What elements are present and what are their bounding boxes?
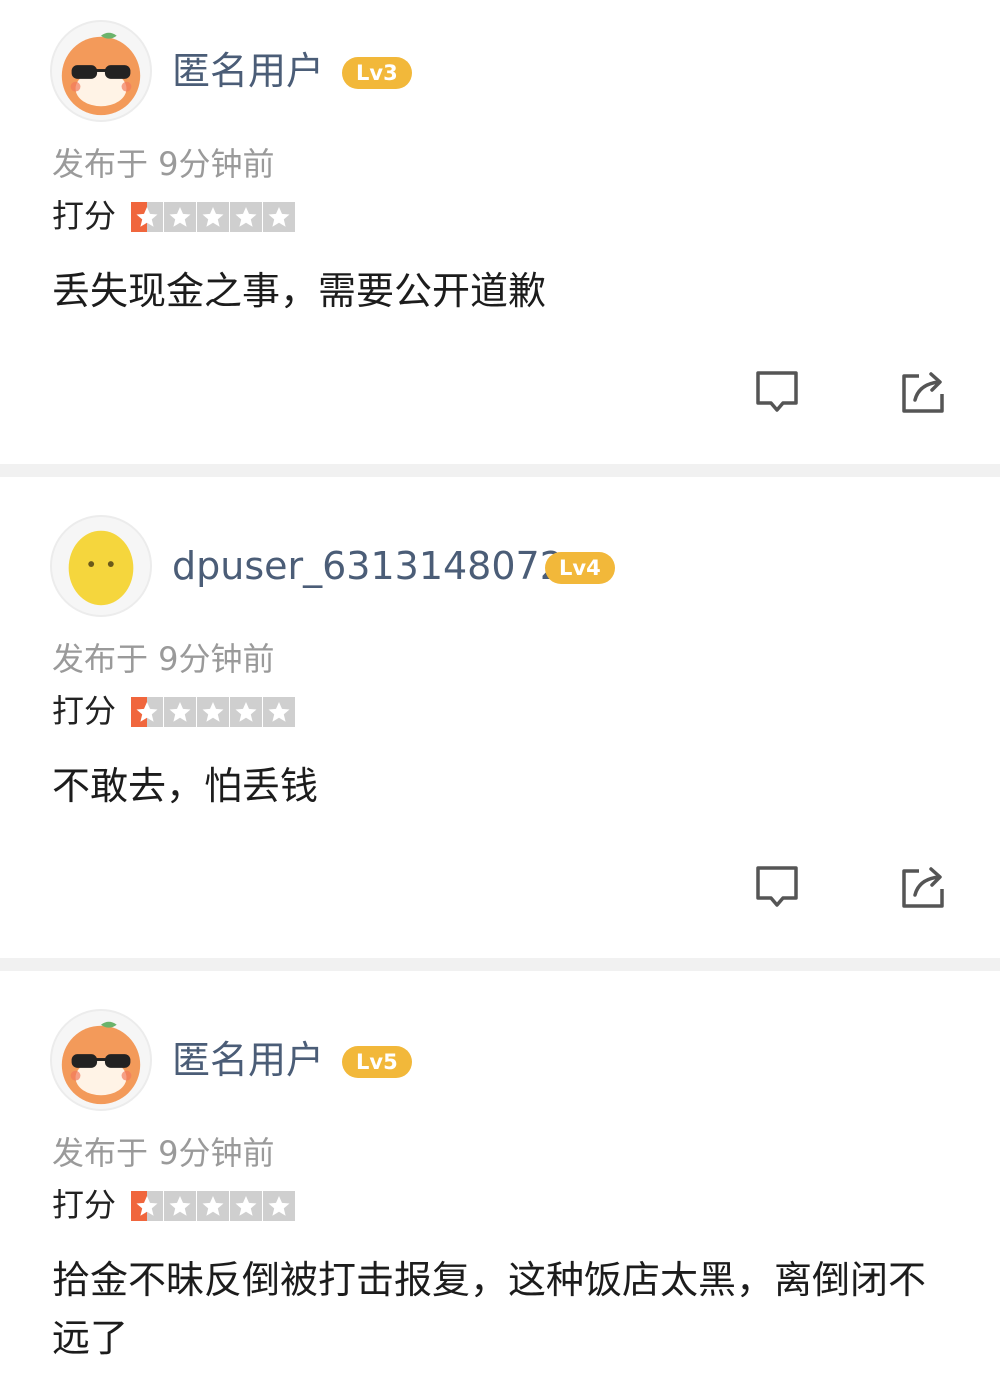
star-icon: [131, 1191, 163, 1221]
star-rating: [131, 697, 295, 727]
score-label: 打分: [52, 1186, 117, 1224]
post-time: 发布于 9分钟前: [52, 640, 275, 678]
star-icon: [164, 697, 196, 727]
review-feed: 匿名用户 Lv3 发布于 9分钟前 打分 丢失现金之事，需要公开道歉 dpuse…: [0, 0, 1000, 1383]
star-icon: [164, 1191, 196, 1221]
review-text: 不敢去，怕丢钱: [52, 764, 319, 808]
star-icon: [263, 697, 295, 727]
comment-icon: [756, 371, 798, 412]
share-icon: [902, 867, 944, 908]
level-badge: Lv3: [342, 57, 412, 89]
divider: [0, 464, 1000, 477]
star-icon: [263, 202, 295, 232]
divider: [0, 958, 1000, 971]
post-time: 发布于 9分钟前: [52, 145, 275, 183]
comment-icon: [756, 866, 798, 907]
share-button[interactable]: [899, 368, 947, 416]
share-icon: [902, 372, 944, 413]
level-badge: Lv4: [545, 552, 615, 584]
post-time: 发布于 9分钟前: [52, 1134, 275, 1172]
star-icon: [197, 1191, 229, 1221]
star-icon: [131, 202, 163, 232]
star-icon: [230, 697, 262, 727]
username[interactable]: dpuser_6313148072: [172, 541, 564, 591]
username[interactable]: 匿名用户: [172, 46, 324, 96]
star-icon: [197, 202, 229, 232]
star-rating: [131, 202, 295, 232]
lemon-avatar[interactable]: [50, 515, 152, 617]
review-text: 拾金不昧反倒被打击报复，这种饭店太黑，离倒闭不远了: [52, 1258, 927, 1360]
star-icon: [197, 697, 229, 727]
orange-sunglasses-avatar[interactable]: [50, 1009, 152, 1111]
comment-button[interactable]: [753, 863, 801, 911]
star-icon: [230, 1191, 262, 1221]
review-card: 匿名用户 Lv5 发布于 9分钟前 打分 拾金不昧反倒被打击报复，这种饭店太黑，…: [0, 989, 1000, 1383]
comment-button[interactable]: [753, 368, 801, 416]
score-label: 打分: [52, 197, 117, 235]
username[interactable]: 匿名用户: [172, 1035, 324, 1085]
review-card: dpuser_6313148072 Lv4 发布于 9分钟前 打分 不敢去，怕丢…: [0, 495, 1000, 958]
level-badge: Lv5: [342, 1046, 412, 1078]
review-card: 匿名用户 Lv3 发布于 9分钟前 打分 丢失现金之事，需要公开道歉: [0, 0, 1000, 464]
star-icon: [131, 697, 163, 727]
star-icon: [230, 202, 262, 232]
star-icon: [164, 202, 196, 232]
score-label: 打分: [52, 692, 117, 730]
star-icon: [263, 1191, 295, 1221]
share-button[interactable]: [899, 863, 947, 911]
review-text: 丢失现金之事，需要公开道歉: [52, 269, 547, 313]
star-rating: [131, 1191, 295, 1221]
orange-sunglasses-avatar[interactable]: [50, 20, 152, 122]
